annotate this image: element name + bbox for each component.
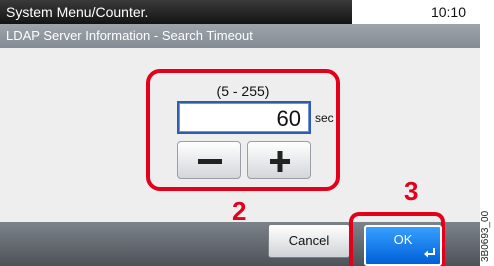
- increase-button[interactable]: [247, 141, 311, 179]
- title-bar: System Menu/Counter. 10:10: [0, 0, 480, 24]
- screen-subtitle: LDAP Server Information - Search Timeout: [6, 28, 253, 43]
- range-label: (5 - 255): [216, 83, 270, 99]
- minus-icon: [198, 159, 222, 164]
- screen-title: System Menu/Counter.: [6, 4, 149, 20]
- figure-code: 3B0693_00: [480, 210, 491, 262]
- subtitle-bar: LDAP Server Information - Search Timeout: [0, 24, 480, 48]
- ok-label: OK: [393, 232, 413, 247]
- plus-icon: [270, 151, 290, 172]
- clock: 10:10: [430, 4, 466, 20]
- ok-button[interactable]: OK: [364, 225, 442, 266]
- panel-screen: System Menu/Counter. 10:10 LDAP Server I…: [0, 0, 480, 266]
- timeout-value-field[interactable]: 60: [177, 101, 311, 134]
- unit-label: sec: [315, 111, 334, 125]
- decrease-button[interactable]: [177, 141, 241, 179]
- enter-icon: [424, 248, 435, 258]
- step-callout-3: 3: [404, 176, 419, 206]
- cancel-button[interactable]: Cancel: [268, 224, 350, 258]
